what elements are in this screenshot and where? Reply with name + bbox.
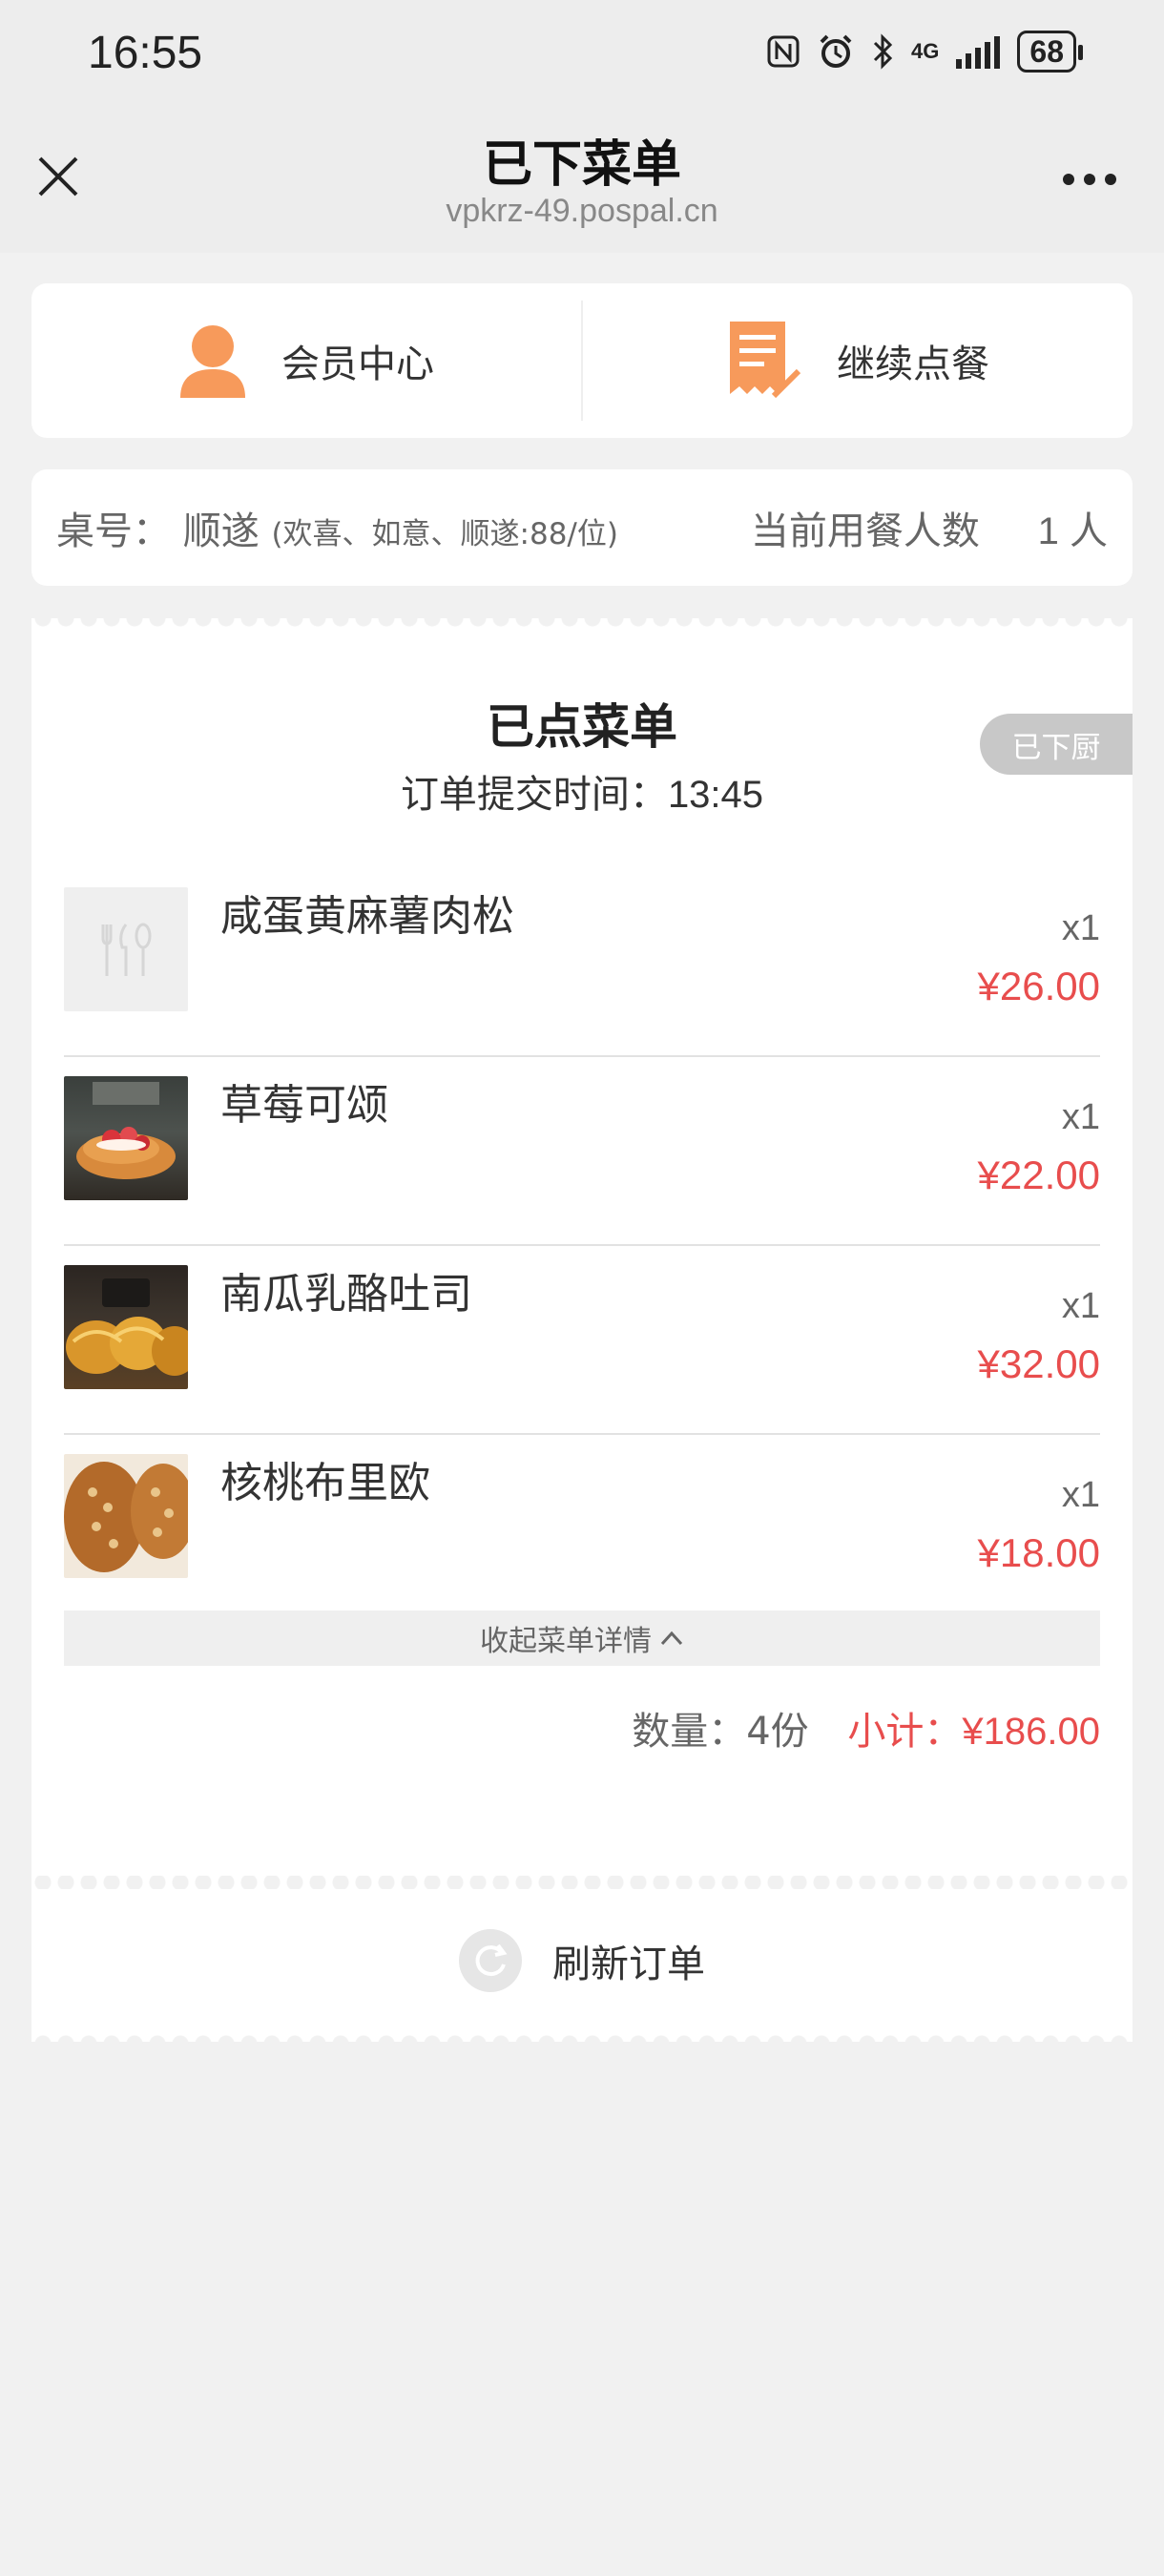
item-quantity: x1 [1061, 1097, 1100, 1137]
walnut-brioche-image [64, 1462, 188, 1572]
table-name: 顺遂 [182, 509, 260, 553]
order-item: 草莓可颂 x1 ¥22.00 [64, 1057, 1100, 1246]
network-type: 4G [911, 39, 940, 63]
subtotal-summary: 小计：¥186.00 [847, 1710, 1100, 1754]
order-item: 咸蛋黄麻薯肉松 x1 ¥26.00 [64, 868, 1100, 1057]
alarm-icon [820, 34, 852, 68]
item-image [64, 1265, 188, 1389]
battery-icon: 68 [1017, 31, 1083, 73]
status-bar: 16:55 4G 68 [0, 0, 1164, 114]
signal-icon [956, 34, 1001, 69]
item-image [64, 887, 188, 1011]
table-note: (欢喜、如意、顺遂:88/位) [271, 517, 618, 551]
item-quantity: x1 [1061, 1286, 1100, 1326]
page-title: 已下菜单 [482, 136, 681, 194]
item-name: 草莓可颂 [220, 1081, 388, 1130]
order-item: 南瓜乳酪吐司 x1 ¥32.00 [64, 1246, 1100, 1435]
continue-order-label: 继续点餐 [837, 343, 989, 386]
order-time-label: 订单提交时间： [400, 773, 668, 817]
order-time-value: 13:45 [667, 774, 764, 816]
collapse-label: 收起菜单详情 [480, 1625, 652, 1658]
item-quantity: x1 [1061, 1475, 1100, 1515]
nav-bar: 已下菜单 vpkrz-49.pospal.cn [0, 114, 1164, 253]
item-quantity: x1 [1061, 908, 1100, 948]
table-number: 桌号： 顺遂 (欢喜、如意、顺遂:88/位) [56, 500, 618, 555]
strawberry-croissant-image [76, 1082, 176, 1179]
chevron-up-icon [660, 1631, 683, 1646]
diners-label: 当前用餐人数 [750, 509, 980, 553]
more-options-icon[interactable] [1063, 174, 1116, 185]
status-icons: 4G 68 [766, 31, 1083, 73]
receipt-edge [31, 618, 1133, 632]
bluetooth-icon [873, 33, 893, 70]
refresh-icon [459, 1929, 522, 1992]
member-center-label: 会员中心 [281, 343, 434, 386]
page-url: vpkrz-49.pospal.cn [446, 193, 718, 229]
item-name: 核桃布里欧 [220, 1459, 430, 1507]
diners-info: 当前用餐人数 1 人 [751, 500, 1108, 555]
status-time: 16:55 [88, 28, 203, 78]
user-icon [180, 325, 245, 398]
quantity-label: 数量： [632, 1710, 747, 1754]
table-info-card: 桌号： 顺遂 (欢喜、如意、顺遂:88/位) 当前用餐人数 1 人 [31, 469, 1133, 586]
order-receipt: 已点菜单 订单提交时间：13:45 已下厨 咸蛋黄麻薯肉松 x1 ¥26.00 [31, 618, 1133, 2044]
diners-count: 1 人 [1037, 510, 1108, 552]
item-price: ¥22.00 [977, 1153, 1100, 1197]
refresh-order-button[interactable]: 刷新订单 [31, 1929, 1133, 1992]
order-title: 已点菜单 [487, 699, 677, 755]
order-items: 咸蛋黄麻薯肉松 x1 ¥26.00 草莓可颂 x1 ¥22.00 南瓜乳酪吐司 … [64, 868, 1100, 1624]
status-badge: 已下厨 [980, 714, 1133, 775]
item-image [64, 1076, 188, 1200]
collapse-details-button[interactable]: 收起菜单详情 [64, 1610, 1100, 1666]
subtotal-label: 小计： [847, 1710, 963, 1754]
member-center-button[interactable]: 会员中心 [31, 283, 581, 438]
item-price: ¥32.00 [977, 1341, 1100, 1386]
item-price: ¥18.00 [977, 1530, 1100, 1575]
quantity-summary: 数量：4份 [632, 1710, 808, 1754]
receipt-icon [730, 322, 801, 399]
item-name: 咸蛋黄麻薯肉松 [220, 892, 514, 941]
continue-order-button[interactable]: 继续点餐 [583, 283, 1133, 438]
order-item: 核桃布里欧 x1 ¥18.00 [64, 1435, 1100, 1624]
item-name: 南瓜乳酪吐司 [220, 1270, 472, 1319]
cutlery-icon [101, 923, 152, 976]
item-price: ¥26.00 [977, 964, 1100, 1008]
subtotal-value: ¥186.00 [962, 1711, 1100, 1753]
table-label: 桌号： [56, 509, 171, 553]
nfc-icon [767, 35, 800, 68]
item-image [64, 1454, 188, 1578]
receipt-edge [31, 2030, 1133, 2044]
refresh-label: 刷新订单 [552, 1942, 705, 1986]
top-actions-card: 会员中心 继续点餐 [31, 283, 1133, 438]
receipt-divider [31, 1876, 1133, 1889]
quantity-value: 4份 [746, 1710, 809, 1754]
pumpkin-toast-image [66, 1278, 188, 1376]
order-time: 订单提交时间：13:45 [31, 763, 1133, 819]
order-summary: 数量：4份 小计：¥186.00 [632, 1700, 1100, 1755]
